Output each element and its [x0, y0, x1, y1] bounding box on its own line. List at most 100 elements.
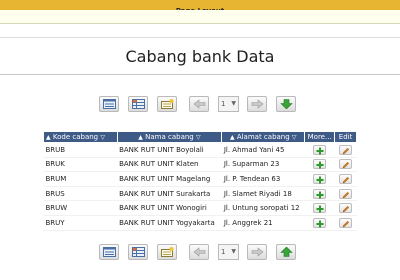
prev-page-button[interactable]: [189, 244, 209, 260]
list-view-icon: [103, 99, 116, 109]
column-header-nama[interactable]: ▲ Nama cabang ▽: [116, 131, 223, 143]
more-button[interactable]: [313, 188, 327, 199]
edit-button[interactable]: [339, 144, 353, 155]
list-view-button[interactable]: [99, 96, 119, 112]
column-label: Alamat cabang: [236, 133, 290, 141]
pencil-icon: [342, 147, 350, 155]
edit-button[interactable]: [339, 159, 353, 170]
next-page-button[interactable]: [247, 96, 267, 112]
cell-alamat: Jl. Untung soropati 12: [221, 200, 305, 216]
upload-icon: [280, 247, 293, 257]
plus-icon: [316, 161, 324, 169]
cabang-table: ▲ Kode cabang ▽ ▲ Nama cabang ▽ ▲ Alamat…: [43, 131, 357, 231]
grid-view-button[interactable]: [128, 244, 148, 260]
column-header-more: More...: [304, 131, 336, 143]
prev-page-icon: [193, 247, 206, 257]
list-view-icon: [103, 247, 116, 257]
title-divider: [0, 74, 400, 75]
grid-view-icon: [132, 247, 145, 257]
more-button[interactable]: [313, 203, 327, 214]
page-select[interactable]: 1 ▼: [218, 244, 239, 260]
plus-icon: [316, 220, 324, 228]
sub-header-strip: [0, 10, 400, 24]
sort-asc-icon: ▲: [46, 134, 51, 141]
cell-kode: BRUB: [43, 142, 118, 158]
table-row: BRUY BANK RUT UNIT Yogyakarta Jl. Anggre…: [43, 215, 357, 231]
pencil-icon: [342, 191, 350, 198]
filter-icon[interactable]: ▽: [100, 134, 105, 141]
new-record-icon: [161, 247, 174, 257]
edit-button[interactable]: [339, 203, 353, 214]
table-row: BRUK BANK RUT UNIT Klaten Jl. Suparman 2…: [43, 157, 357, 173]
plus-icon: [316, 147, 324, 155]
prev-page-button[interactable]: [189, 96, 209, 112]
sort-asc-icon: ▲: [229, 134, 235, 141]
prev-page-icon: [193, 99, 206, 109]
page-layout-banner: Page Layout: [0, 0, 400, 15]
edit-button[interactable]: [339, 217, 353, 228]
column-header-edit: Edit: [334, 131, 357, 143]
pencil-icon: [342, 220, 350, 228]
edit-button[interactable]: [339, 173, 353, 184]
pencil-icon: [342, 176, 350, 184]
cell-alamat: Jl. P. Tendean 63: [221, 171, 305, 187]
column-label: Nama cabang: [145, 133, 194, 141]
cell-nama: BANK RUT UNIT Wonogiri: [117, 200, 222, 216]
page-number: 1: [221, 100, 226, 108]
cell-nama: BANK RUT UNIT Klaten: [117, 157, 222, 173]
page-select[interactable]: 1 ▼: [218, 96, 239, 112]
cell-alamat: Jl. Slamet Riyadi 18: [221, 186, 305, 202]
plus-icon: [316, 191, 324, 199]
chevron-down-icon: ▼: [231, 100, 236, 107]
more-button[interactable]: [313, 217, 327, 228]
plus-icon: [316, 205, 324, 213]
scroll-up-button[interactable]: [276, 244, 296, 260]
cell-kode: BRUS: [43, 186, 118, 202]
grid-view-button[interactable]: [128, 96, 148, 112]
new-record-button[interactable]: [157, 96, 177, 112]
list-view-button[interactable]: [99, 244, 119, 260]
new-record-button[interactable]: [157, 244, 177, 260]
table-row: BRUB BANK RUT UNIT Boyolali Jl. Ahmad Ya…: [43, 142, 357, 158]
new-record-icon: [161, 99, 174, 109]
next-page-button[interactable]: [247, 244, 267, 260]
toolbar-top: 1 ▼: [99, 96, 299, 112]
toolbar-bottom: 1 ▼: [99, 244, 299, 260]
cell-nama: BANK RUT UNIT Surakarta: [117, 186, 222, 202]
column-header-kode[interactable]: ▲ Kode cabang ▽: [43, 131, 118, 143]
table-row: BRUW BANK RUT UNIT Wonogiri Jl. Untung s…: [43, 200, 357, 216]
pencil-icon: [342, 162, 350, 169]
cell-kode: BRUW: [43, 200, 118, 216]
grid-view-icon: [132, 99, 145, 109]
divider: [0, 37, 400, 38]
more-button[interactable]: [313, 144, 327, 155]
filter-icon[interactable]: ▽: [292, 134, 297, 141]
more-button[interactable]: [313, 159, 327, 170]
plus-icon: [316, 176, 324, 184]
more-button[interactable]: [313, 173, 327, 184]
download-icon: [280, 99, 293, 109]
chevron-down-icon: ▼: [231, 248, 236, 255]
page-number: 1: [221, 248, 226, 256]
cell-kode: BRUK: [43, 157, 118, 173]
next-page-icon: [251, 247, 264, 257]
cell-alamat: Jl. Suparman 23: [221, 157, 305, 173]
edit-button[interactable]: [339, 188, 353, 199]
cell-nama: BANK RUT UNIT Magelang: [117, 171, 222, 187]
filter-icon[interactable]: ▽: [196, 134, 201, 141]
pencil-icon: [342, 206, 350, 213]
page-title: Cabang bank Data: [125, 47, 275, 66]
table-row: BRUM BANK RUT UNIT Magelang Jl. P. Tende…: [43, 171, 357, 187]
column-label: Kode cabang: [52, 133, 99, 141]
cell-alamat: Jl. Anggrek 21: [221, 215, 305, 231]
cell-nama: BANK RUT UNIT Boyolali: [117, 142, 222, 158]
next-page-icon: [251, 99, 264, 109]
cell-alamat: Jl. Ahmad Yani 45: [221, 142, 305, 158]
scroll-down-button[interactable]: [276, 96, 296, 112]
cell-kode: BRUY: [43, 215, 118, 231]
cell-kode: BRUM: [43, 171, 118, 187]
column-header-alamat[interactable]: ▲ Alamat cabang ▽: [221, 131, 306, 143]
sort-asc-icon: ▲: [138, 134, 143, 141]
table-row: BRUS BANK RUT UNIT Surakarta Jl. Slamet …: [43, 186, 357, 202]
table-header-row: ▲ Kode cabang ▽ ▲ Nama cabang ▽ ▲ Alamat…: [43, 131, 357, 143]
